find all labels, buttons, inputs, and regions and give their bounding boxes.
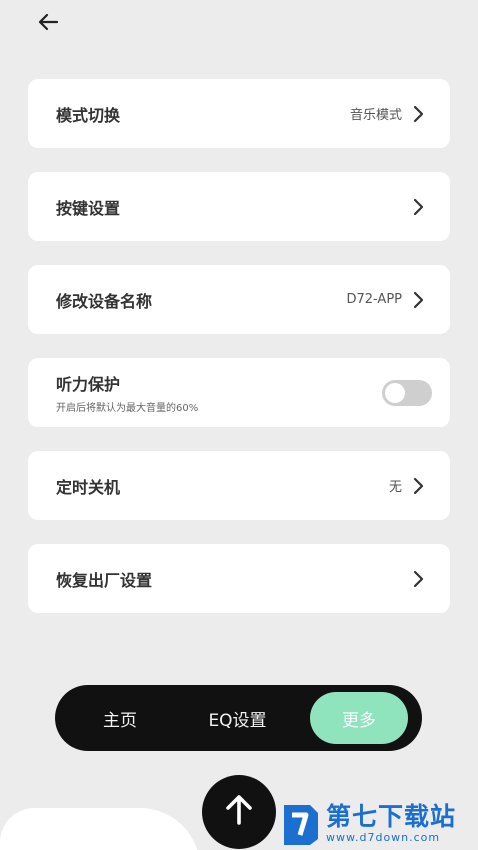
back-button[interactable] [30,8,66,40]
nav-tab-eq-settings[interactable]: EQ设置 [175,692,300,744]
bottom-nav: 主页 EQ设置 更多 [55,685,422,751]
chevron-right-icon [412,197,426,217]
arrow-left-icon [37,13,59,35]
hearing-protection-description: 开启后将默认为最大音量的60% [56,403,199,414]
device-name-value: D72-APP [346,292,402,307]
timer-shutdown-value: 无 [388,480,402,495]
factory-reset-label: 恢复出厂设置 [56,570,153,590]
chevron-right-icon [412,104,426,124]
timer-shutdown-label: 定时关机 [56,477,121,497]
key-settings-item[interactable]: 按键设置 [28,172,450,241]
nav-tab-more[interactable]: 更多 [310,692,408,744]
watermark-url: www.d7down.com [326,830,441,844]
toggle-knob [385,382,405,403]
chevron-right-icon [412,476,426,496]
mode-switch-item[interactable]: 模式切换 音乐模式 [28,79,450,148]
arrow-up-icon [222,793,256,831]
bottom-decoration [0,808,200,850]
scroll-top-button[interactable] [202,775,276,849]
rename-device-item[interactable]: 修改设备名称 D72-APP [28,265,450,334]
chevron-right-icon [412,569,426,589]
nav-tab-home[interactable]: 主页 [65,692,175,744]
watermark-title: 第七下载站 [326,801,457,831]
chevron-right-icon [412,290,426,310]
rename-device-label: 修改设备名称 [56,291,153,311]
hearing-protection-label: 听力保护 [56,375,121,394]
key-settings-label: 按键设置 [56,198,121,218]
watermark-logo-icon [280,799,322,847]
mode-switch-label: 模式切换 [56,105,121,125]
hearing-protection-toggle[interactable] [382,379,432,406]
factory-reset-item[interactable]: 恢复出厂设置 [28,544,450,613]
hearing-protection-item: 听力保护 开启后将默认为最大音量的60% [28,358,450,427]
mode-switch-value: 音乐模式 [349,108,402,123]
watermark: 第七下载站 www.d7down.com [280,796,478,850]
timer-shutdown-item[interactable]: 定时关机 无 [28,451,450,520]
